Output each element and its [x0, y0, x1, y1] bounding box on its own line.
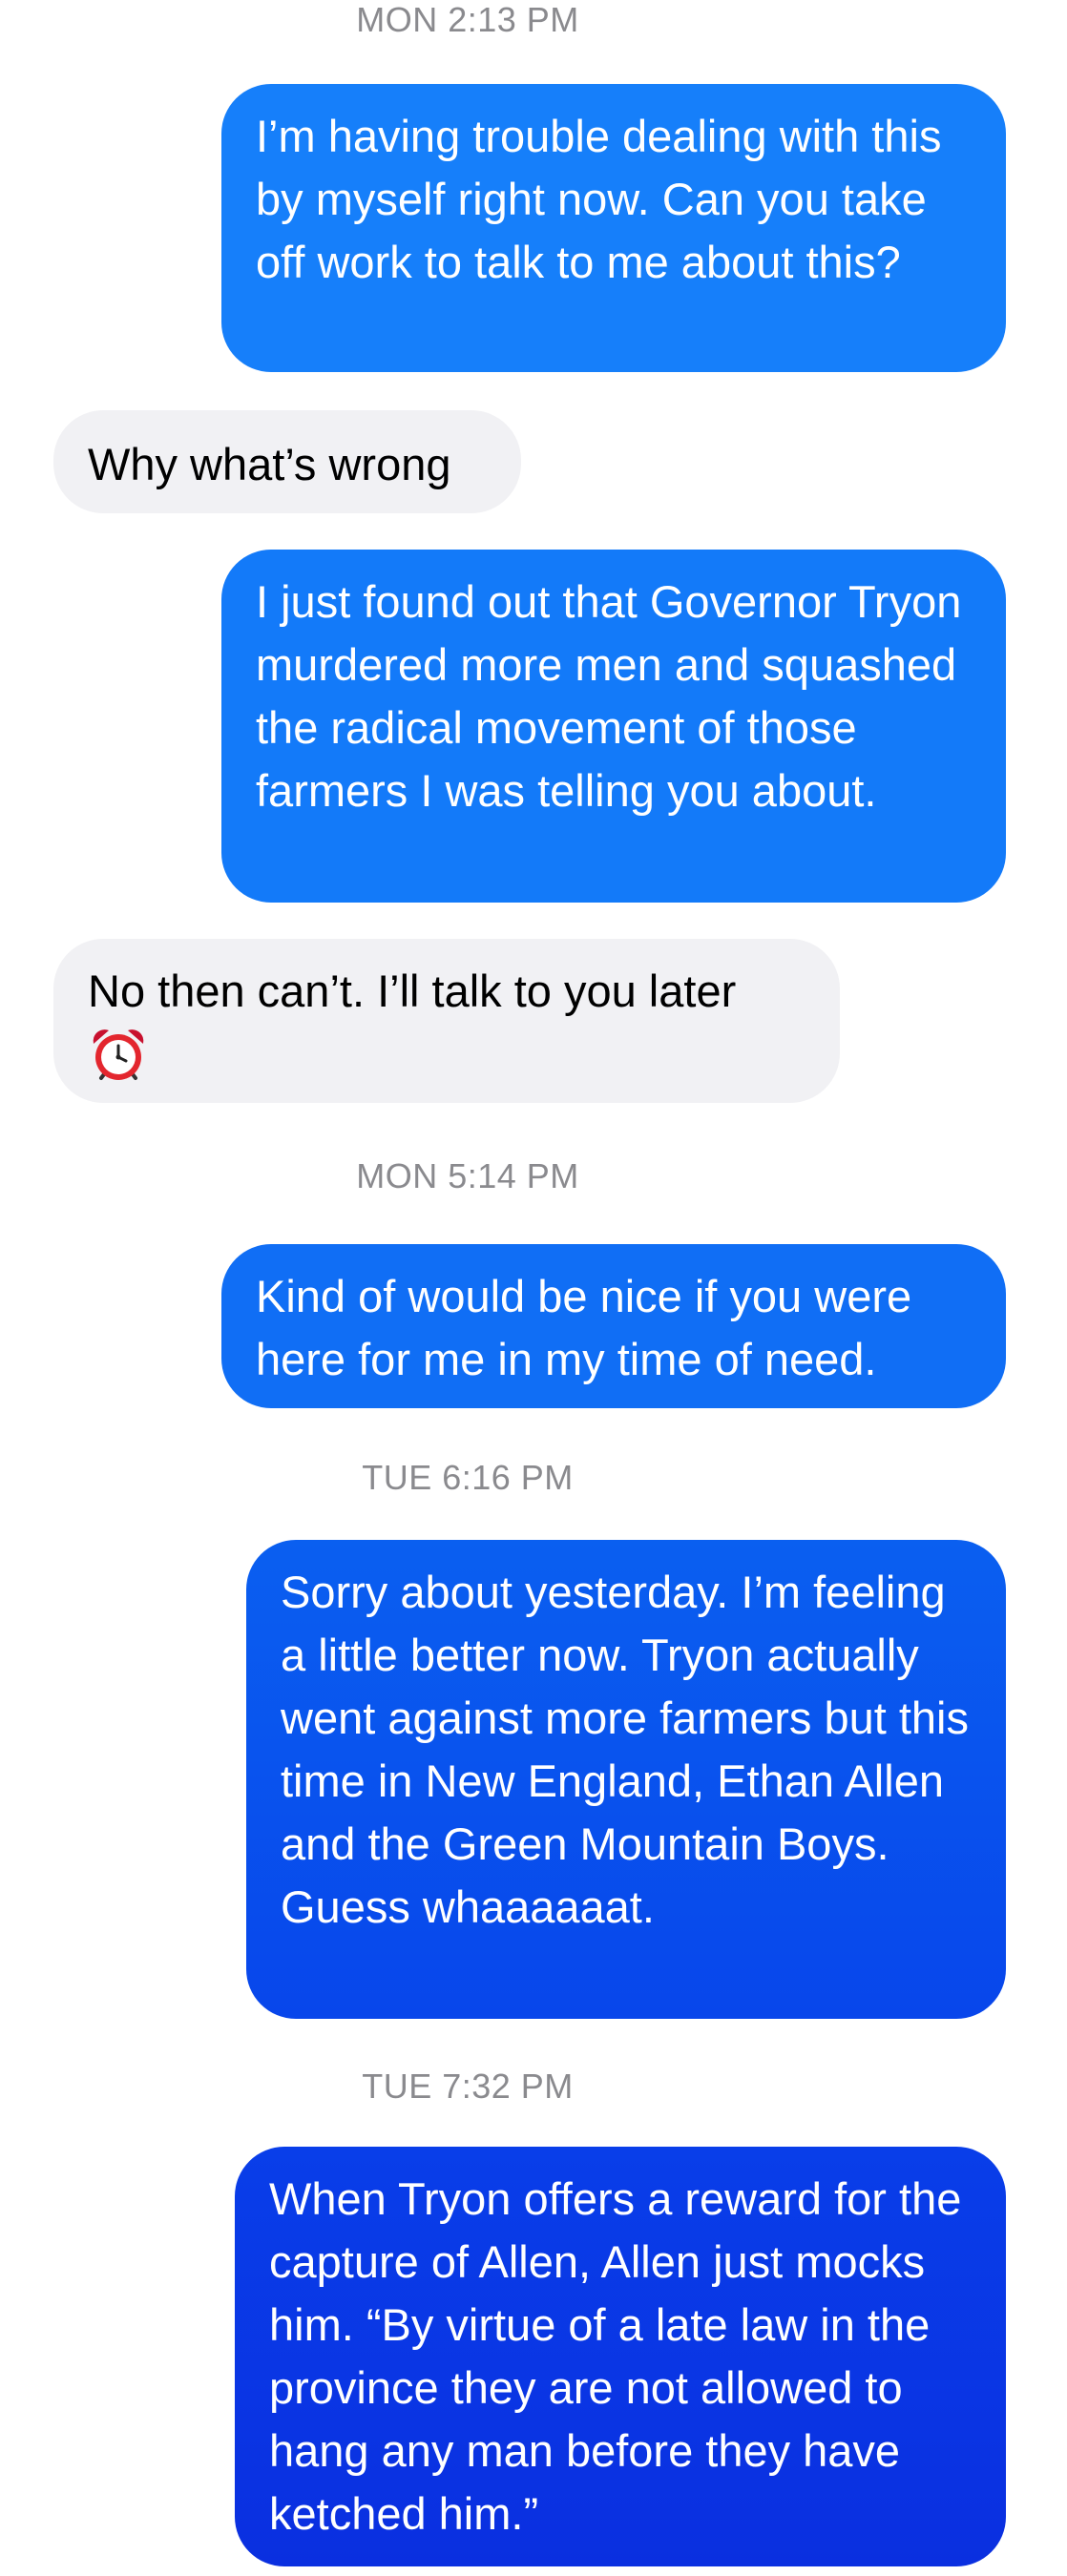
received-message-bubble[interactable]: Why what’s wrong [53, 410, 521, 513]
sent-message-bubble[interactable]: When Tryon offers a reward for the captu… [235, 2147, 1006, 2566]
received-message-text: No then can’t. I’ll talk to you later [88, 966, 737, 1016]
received-message-bubble[interactable]: No then can’t. I’ll talk to you later [53, 939, 840, 1103]
sent-message-bubble[interactable]: I just found out that Governor Tryon mur… [221, 550, 1006, 903]
sent-message-bubble[interactable]: I’m having trouble dealing with this by … [221, 84, 1006, 372]
timestamp-header: TUE 7:32 PM [362, 2067, 574, 2106]
alarm-clock-icon [93, 1029, 144, 1080]
timestamp-header: TUE 6:16 PM [362, 1458, 574, 1497]
timestamp-header: MON 2:13 PM [356, 0, 579, 39]
sent-message-bubble[interactable]: Kind of would be nice if you were here f… [221, 1244, 1006, 1408]
timestamp-header: MON 5:14 PM [356, 1156, 579, 1195]
sent-message-bubble[interactable]: Sorry about yesterday. I’m feeling a lit… [246, 1540, 1006, 2019]
conversation-screen: { "conversation": { "timestamps": { "t1"… [0, 0, 1067, 2576]
